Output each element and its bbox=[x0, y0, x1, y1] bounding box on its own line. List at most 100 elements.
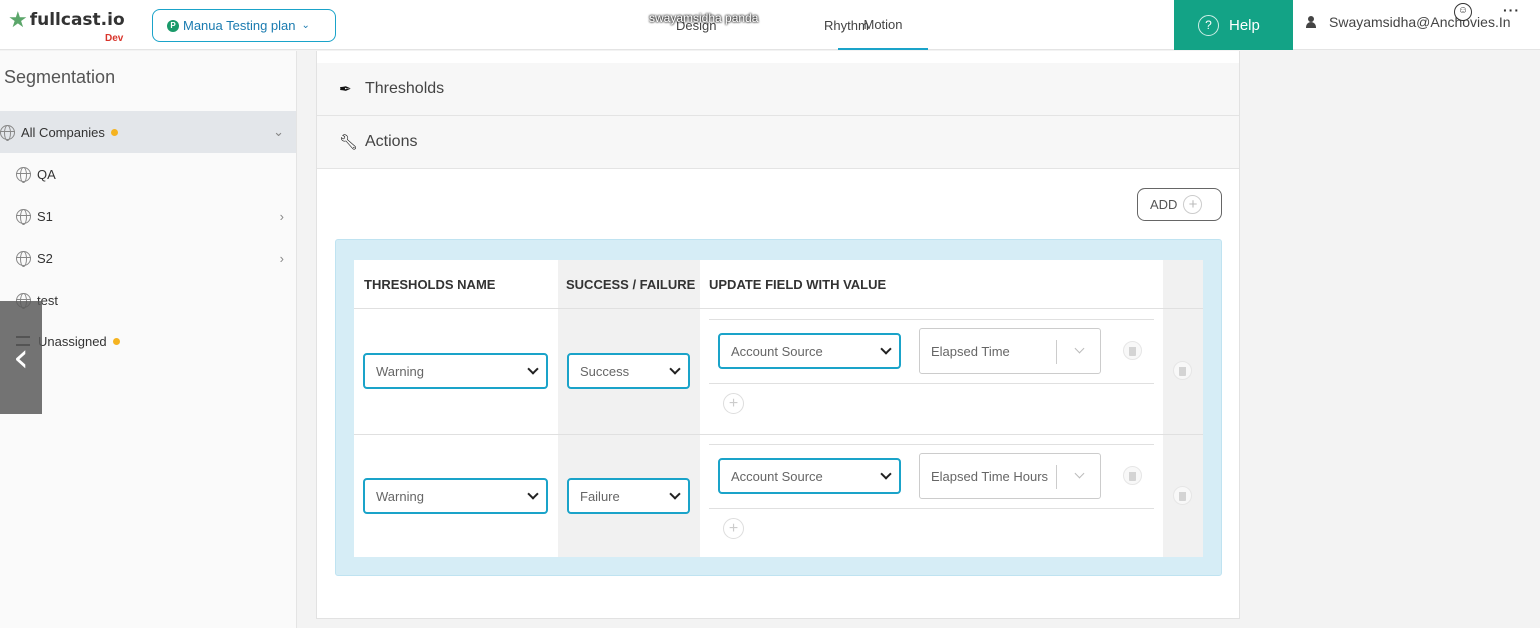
help-label: Help bbox=[1229, 16, 1260, 34]
header-divider bbox=[354, 308, 1203, 309]
chevron-down-icon bbox=[1074, 468, 1085, 479]
chevron-down-icon bbox=[527, 363, 539, 375]
update-field-value: Account Source bbox=[731, 468, 823, 484]
update-field-value: Account Source bbox=[731, 343, 823, 359]
segmentation-sidebar: Segmentation All Companies ⌄ QA S1 › S2 … bbox=[0, 51, 297, 628]
field-value-select[interactable]: Elapsed Time Hours bbox=[919, 453, 1101, 499]
sidebar-item-s2[interactable]: S2 › bbox=[0, 237, 296, 279]
plan-badge-icon: P bbox=[167, 19, 179, 32]
threshold-name-value: Warning bbox=[376, 488, 424, 504]
question-circle-icon: ? bbox=[1198, 14, 1219, 36]
threshold-name-select[interactable]: Warning bbox=[363, 353, 548, 389]
star-logo-icon: ★ bbox=[8, 7, 28, 32]
top-bar: ★ fullcast.io Dev P Manua Testing plan ⌄… bbox=[0, 0, 1540, 50]
user-email: Swayamsidha@Anchovies.In bbox=[1329, 14, 1511, 30]
chevron-down-icon bbox=[1074, 343, 1085, 354]
previous-arrow-icon[interactable]: ‹ bbox=[0, 301, 42, 414]
right-empty-area bbox=[1258, 51, 1540, 628]
tab-motion[interactable]: Motion bbox=[838, 0, 928, 50]
chevron-right-icon[interactable]: › bbox=[280, 209, 284, 224]
update-field-select[interactable]: Account Source bbox=[718, 458, 901, 494]
sidebar-item-s1[interactable]: S1 › bbox=[0, 195, 296, 237]
update-field-select[interactable]: Account Source bbox=[718, 333, 901, 369]
plus-circle-icon: + bbox=[1183, 195, 1203, 214]
status-dot bbox=[110, 128, 118, 136]
add-button[interactable]: ADD + bbox=[1137, 188, 1222, 221]
chevron-down-icon bbox=[880, 468, 892, 480]
brand-name: fullcast.io bbox=[29, 10, 125, 30]
row-divider bbox=[354, 434, 1203, 435]
delete-row-icon[interactable] bbox=[1173, 486, 1192, 505]
actions-section-header[interactable]: 🔧︎ Actions bbox=[317, 116, 1239, 169]
plug-icon: ✒ bbox=[339, 81, 352, 98]
help-button[interactable]: ? Help bbox=[1174, 0, 1293, 50]
delete-field-icon[interactable] bbox=[1123, 466, 1142, 485]
sidebar-item-label: Unassigned bbox=[38, 333, 107, 349]
wrench-icon: 🔧︎ bbox=[339, 134, 359, 151]
chevron-down-icon: ⌄ bbox=[301, 20, 310, 31]
chevron-down-icon bbox=[527, 488, 539, 500]
thresholds-section-header[interactable]: ✒ Thresholds bbox=[317, 63, 1239, 116]
add-field-icon[interactable]: + bbox=[723, 393, 744, 414]
add-field-icon[interactable]: + bbox=[723, 518, 744, 539]
field-block-divider bbox=[709, 383, 1154, 384]
add-label: ADD bbox=[1150, 197, 1178, 212]
field-value-text: Elapsed Time Hours bbox=[931, 468, 1049, 484]
plan-label: Manua Testing plan bbox=[183, 18, 296, 33]
sidebar-item-test[interactable]: test bbox=[0, 279, 296, 321]
chevron-right-icon[interactable]: › bbox=[280, 251, 284, 266]
environment-label: Dev bbox=[105, 33, 124, 44]
chevron-down-icon bbox=[669, 488, 681, 500]
select-separator bbox=[1056, 465, 1057, 489]
main-nav: Design Rhythm Motion bbox=[676, 0, 928, 50]
delete-field-icon[interactable] bbox=[1123, 341, 1142, 360]
globe-icon bbox=[16, 208, 31, 225]
sidebar-item-label: QA bbox=[37, 166, 56, 182]
field-value-select[interactable]: Elapsed Time bbox=[919, 328, 1101, 374]
smile-icon[interactable]: ☺ bbox=[1454, 3, 1472, 21]
actions-table-container: THRESHOLDS NAME SUCCESS / FAILURE UPDATE… bbox=[335, 239, 1222, 576]
actions-table: THRESHOLDS NAME SUCCESS / FAILURE UPDATE… bbox=[354, 260, 1203, 557]
globe-icon bbox=[16, 250, 31, 267]
chevron-down-icon bbox=[669, 363, 681, 375]
screen-share-presenter-label: swayamsidha panda bbox=[649, 11, 759, 25]
threshold-name-value: Warning bbox=[376, 363, 424, 379]
column-header-success-failure: SUCCESS / FAILURE bbox=[566, 276, 696, 292]
chevron-down-icon bbox=[880, 343, 892, 355]
field-value-text: Elapsed Time bbox=[931, 343, 1010, 359]
chevron-down-icon[interactable]: ⌄ bbox=[273, 124, 284, 140]
more-options-icon[interactable]: ··· bbox=[1503, 2, 1520, 18]
user-menu[interactable]: Swayamsidha@Anchovies.In bbox=[1305, 0, 1511, 44]
sidebar-item-label: S1 bbox=[37, 208, 53, 224]
success-failure-value: Failure bbox=[580, 488, 620, 504]
sidebar-item-label: S2 bbox=[37, 250, 53, 266]
actions-title: Actions bbox=[365, 133, 418, 150]
sidebar-item-qa[interactable]: QA bbox=[0, 153, 296, 195]
delete-column-bg bbox=[1163, 260, 1203, 557]
field-block-top-line bbox=[709, 319, 1154, 320]
fullcast-logo[interactable]: ★ fullcast.io Dev bbox=[8, 7, 125, 45]
success-failure-select[interactable]: Success bbox=[567, 353, 690, 389]
motion-panel: ✒ Thresholds 🔧︎ Actions ADD + THRESHOLDS… bbox=[316, 51, 1240, 619]
sidebar-item-all-companies[interactable]: All Companies ⌄ bbox=[0, 111, 296, 153]
sidebar-title: Segmentation bbox=[4, 67, 116, 87]
column-header-update-field: UPDATE FIELD WITH VALUE bbox=[709, 276, 887, 292]
column-header-thresholds-name: THRESHOLDS NAME bbox=[364, 276, 496, 292]
globe-icon bbox=[16, 166, 31, 183]
field-block-divider bbox=[709, 508, 1154, 509]
sidebar-item-unassigned[interactable]: Unassigned bbox=[0, 320, 296, 362]
success-failure-value: Success bbox=[580, 363, 630, 379]
success-failure-select[interactable]: Failure bbox=[567, 478, 690, 514]
user-icon bbox=[1305, 16, 1317, 28]
threshold-name-select[interactable]: Warning bbox=[363, 478, 548, 514]
delete-row-icon[interactable] bbox=[1173, 361, 1192, 380]
plan-selector-button[interactable]: P Manua Testing plan ⌄ bbox=[152, 9, 336, 42]
tab-design[interactable]: Design bbox=[676, 0, 732, 50]
sidebar-item-label: All Companies bbox=[21, 124, 105, 140]
thresholds-title: Thresholds bbox=[365, 80, 445, 97]
tab-rhythm[interactable]: Rhythm bbox=[732, 0, 869, 50]
status-dot bbox=[112, 337, 120, 345]
select-separator bbox=[1056, 340, 1057, 364]
field-block-top-line bbox=[709, 444, 1154, 445]
globe-icon bbox=[0, 124, 15, 141]
